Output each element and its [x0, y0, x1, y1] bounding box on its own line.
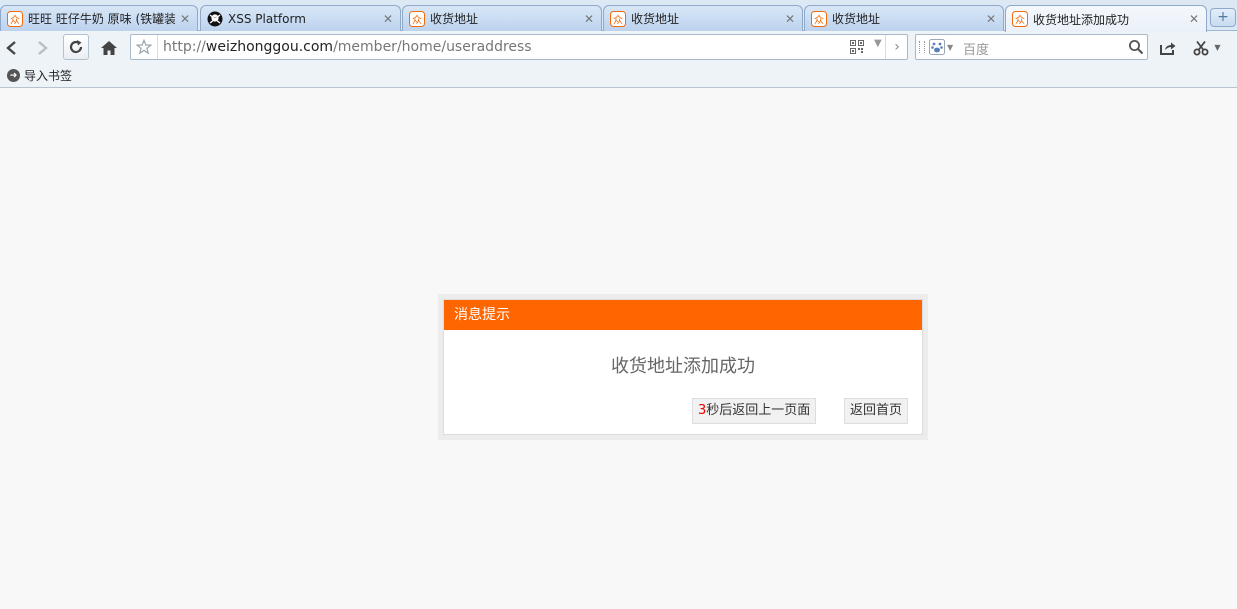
- pirate-skull-icon: [207, 11, 223, 27]
- tab-title: XSS Platform: [228, 11, 306, 26]
- import-bookmarks-label: 导入书签: [24, 69, 73, 83]
- svg-text:众: 众: [613, 14, 623, 26]
- zhong-orange-icon: 众: [1012, 11, 1028, 27]
- tab-title: 收货地址: [832, 12, 881, 26]
- forward-button[interactable]: [32, 35, 52, 60]
- zhong-orange-icon: 众: [409, 10, 425, 27]
- tab-product[interactable]: 众 旺旺 旺仔牛奶 原味 (铁罐装( ✕: [0, 5, 198, 31]
- arrow-left-icon: [6, 40, 16, 55]
- tab-title: 收货地址: [430, 12, 479, 26]
- chevron-down-icon[interactable]: ▼: [874, 38, 882, 49]
- tab-xss-platform[interactable]: XSS Platform ✕: [200, 5, 401, 31]
- baidu-paw-icon: [929, 39, 945, 55]
- svg-text:众: 众: [814, 14, 824, 26]
- qr-code-icon[interactable]: [850, 40, 864, 58]
- back-button[interactable]: [2, 35, 22, 60]
- address-bar[interactable]: http://weizhonggou.com/member/home/usera…: [130, 34, 908, 60]
- close-icon[interactable]: ✕: [382, 12, 394, 26]
- bookmark-star-button[interactable]: [131, 35, 158, 59]
- close-icon[interactable]: ✕: [784, 12, 796, 26]
- close-icon[interactable]: ✕: [1188, 12, 1200, 26]
- bookmarks-bar: ➜ 导入书签: [0, 64, 1237, 88]
- arrow-right-circle-icon: ➜: [7, 69, 20, 82]
- share-icon: [1160, 42, 1176, 55]
- search-bar[interactable]: ▼ 百度: [915, 34, 1148, 60]
- reload-icon: [69, 40, 83, 54]
- tab-strip: 众 旺旺 旺仔牛奶 原味 (铁罐装( ✕ XSS Platform ✕ 众 收货…: [0, 0, 1237, 32]
- search-icon[interactable]: [1128, 39, 1144, 59]
- tab-address-2[interactable]: 众 收货地址 ✕: [603, 5, 803, 31]
- svg-text:众: 众: [10, 14, 20, 26]
- dialog-message: 收货地址添加成功: [611, 356, 755, 377]
- url-host: weizhonggou.com: [205, 39, 334, 55]
- scissors-icon: [1193, 40, 1209, 55]
- chevron-right-icon: ›: [894, 39, 900, 55]
- url-path: /member/home/useraddress: [333, 39, 532, 55]
- go-button[interactable]: ›: [885, 35, 908, 59]
- screenshot-button[interactable]: ▼: [1190, 35, 1224, 60]
- dialog-header: 消息提示: [444, 300, 922, 330]
- tab-address-1[interactable]: 众 收货地址 ✕: [402, 5, 602, 31]
- plus-icon: +: [1217, 9, 1229, 25]
- star-icon: [136, 39, 152, 55]
- reload-button[interactable]: [63, 34, 89, 60]
- navigation-toolbar: http://weizhonggou.com/member/home/usera…: [0, 31, 1237, 64]
- share-button[interactable]: [1157, 35, 1179, 60]
- tab-title: 收货地址: [631, 12, 680, 26]
- back-to-previous-button[interactable]: 3秒后返回上一页面: [692, 398, 817, 424]
- home-icon: [101, 40, 117, 55]
- search-placeholder: 百度: [963, 43, 990, 58]
- tab-title: 收货地址添加成功: [1033, 12, 1130, 27]
- close-icon[interactable]: ✕: [985, 12, 997, 26]
- close-icon[interactable]: ✕: [583, 12, 595, 26]
- zhong-orange-icon: 众: [610, 10, 626, 27]
- chevron-down-icon: ▼: [1214, 43, 1221, 52]
- grip-handle[interactable]: [919, 41, 925, 53]
- tab-address-added[interactable]: 众 收货地址添加成功 ✕: [1005, 5, 1207, 32]
- tab-address-3[interactable]: 众 收货地址 ✕: [804, 5, 1004, 31]
- zhong-orange-icon: 众: [7, 10, 23, 27]
- search-engine-selector[interactable]: ▼: [929, 38, 957, 56]
- new-tab-button[interactable]: +: [1210, 8, 1236, 27]
- svg-text:众: 众: [1015, 15, 1025, 27]
- arrow-right-icon: [38, 40, 48, 55]
- message-dialog-panel: 消息提示 收货地址添加成功 3秒后返回上一页面 返回首页: [443, 299, 923, 435]
- home-button[interactable]: [98, 35, 120, 60]
- svg-text:众: 众: [412, 14, 422, 26]
- back-label: 秒后返回上一页面: [706, 403, 811, 418]
- chevron-down-icon: ▼: [947, 42, 954, 52]
- message-dialog: 消息提示 收货地址添加成功 3秒后返回上一页面 返回首页: [438, 294, 928, 440]
- url-text[interactable]: http://weizhonggou.com/member/home/usera…: [163, 39, 532, 55]
- zhong-orange-icon: 众: [811, 10, 827, 27]
- url-scheme: http://: [163, 39, 206, 55]
- return-home-button[interactable]: 返回首页: [844, 398, 909, 424]
- import-bookmarks-button[interactable]: ➜ 导入书签: [7, 67, 72, 84]
- tab-title: 旺旺 旺仔牛奶 原味 (铁罐装(: [28, 12, 175, 26]
- close-icon[interactable]: ✕: [179, 12, 191, 26]
